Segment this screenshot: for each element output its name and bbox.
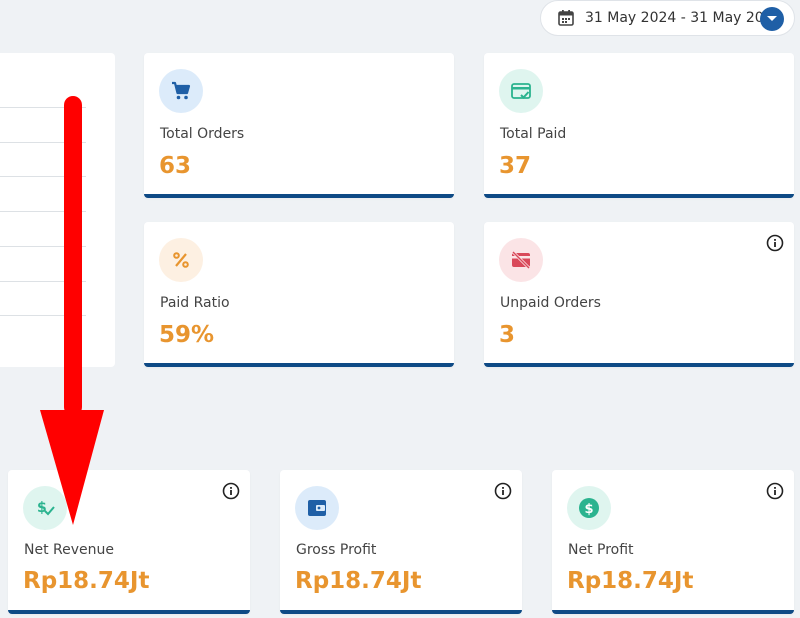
gross-profit-card[interactable]: Gross Profit Rp18.74Jt	[280, 470, 522, 614]
svg-text:$: $	[584, 502, 593, 517]
net-profit-label: Net Profit	[568, 542, 634, 558]
total-orders-value: 63	[159, 153, 192, 179]
info-icon[interactable]	[766, 234, 784, 252]
grid-line	[0, 176, 86, 177]
wallet-icon	[295, 486, 339, 530]
paid-ratio-card[interactable]: Paid Ratio 59%	[144, 222, 454, 367]
info-icon[interactable]	[766, 482, 784, 500]
paid-ratio-label: Paid Ratio	[160, 295, 230, 311]
date-range-text: 31 May 2024 - 31 May 2024	[585, 10, 782, 26]
grid-line	[0, 281, 86, 282]
gross-profit-label: Gross Profit	[296, 542, 377, 558]
date-range-picker[interactable]: 31 May 2024 - 31 May 2024	[540, 0, 795, 36]
grid-line	[0, 142, 86, 143]
total-paid-label: Total Paid	[500, 126, 567, 142]
cart-icon	[159, 69, 203, 113]
net-revenue-card[interactable]: $ Net Revenue Rp18.74Jt	[8, 470, 250, 614]
card-off-icon	[499, 238, 543, 282]
paid-ratio-value: 59%	[159, 322, 215, 348]
unpaid-orders-label: Unpaid Orders	[500, 295, 601, 311]
total-orders-card[interactable]: Total Orders 63	[144, 53, 454, 198]
unpaid-orders-value: 3	[499, 322, 516, 348]
grid-line	[0, 211, 86, 212]
net-revenue-label: Net Revenue	[24, 542, 114, 558]
info-icon[interactable]	[222, 482, 240, 500]
dollar-circle-icon: $	[567, 486, 611, 530]
total-orders-label: Total Orders	[160, 126, 245, 142]
dollar-check-icon: $	[23, 486, 67, 530]
paid-card-icon	[499, 69, 543, 113]
grid-line	[0, 315, 86, 316]
grid-line	[0, 107, 86, 108]
info-icon[interactable]	[494, 482, 512, 500]
percent-icon	[159, 238, 203, 282]
net-profit-card[interactable]: $ Net Profit Rp18.74Jt	[552, 470, 794, 614]
calendar-icon	[557, 9, 575, 27]
unpaid-orders-card[interactable]: Unpaid Orders 3	[484, 222, 794, 367]
gross-profit-value: Rp18.74Jt	[295, 568, 422, 594]
chevron-down-icon[interactable]	[760, 7, 784, 31]
grid-line	[0, 246, 86, 247]
net-revenue-value: Rp18.74Jt	[23, 568, 150, 594]
total-paid-value: 37	[499, 153, 532, 179]
total-paid-card[interactable]: Total Paid 37	[484, 53, 794, 198]
net-profit-value: Rp18.74Jt	[567, 568, 694, 594]
chart-panel	[0, 53, 115, 367]
svg-text:$: $	[37, 500, 47, 516]
